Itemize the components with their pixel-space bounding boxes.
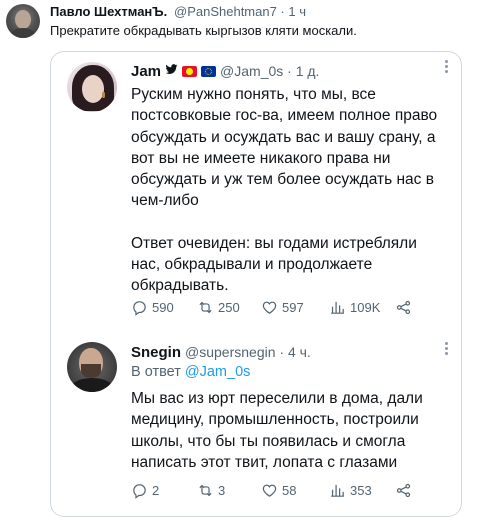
views-chart-icon — [331, 484, 344, 497]
bird-icon — [165, 64, 178, 78]
author-name[interactable]: Jam — [131, 63, 161, 80]
share-icon — [396, 483, 411, 497]
retweet-count: 250 — [218, 299, 240, 315]
share-button[interactable] — [395, 482, 412, 499]
kyrgyzstan-flag-icon — [182, 65, 198, 77]
avatar[interactable] — [6, 4, 40, 38]
avatar[interactable] — [67, 342, 117, 392]
outer-post-text: Прекратите обкрадывать кыргызов кляти мо… — [50, 23, 357, 38]
retweet-button[interactable]: 250 — [197, 299, 261, 316]
reply-context: В ответ @Jam_0s — [131, 364, 250, 380]
views-count: 353 — [350, 482, 372, 498]
tweet-paragraph: Руским нужно понять, что мы, все постсов… — [131, 86, 438, 210]
tweet-text: Руским нужно понять, что мы, все постсов… — [131, 84, 449, 297]
handle-time: @supersnegin · 4 ч. — [185, 344, 311, 360]
heart-icon — [262, 301, 277, 314]
reply-button[interactable]: 590 — [131, 299, 197, 316]
like-count: 597 — [282, 299, 304, 315]
retweet-icon — [199, 484, 212, 496]
tweet-header: Jam @Jam_0s · 1 д. — [131, 61, 319, 81]
tweet-header: Snegin @supersnegin · 4 ч. — [131, 342, 311, 362]
tweet-actions: 2 3 58 353 — [131, 480, 412, 500]
retweet-count: 3 — [218, 482, 226, 498]
views-count: 109K — [350, 299, 381, 315]
share-button[interactable] — [395, 299, 412, 316]
quoted-tweet-card[interactable]: Jam @Jam_0s · 1 д. Руским нужно понять, … — [50, 51, 462, 517]
outer-post: Павло ШехтманЪ. @PanShehtman7 · 1 ч Прек… — [0, 0, 477, 50]
views-button[interactable]: 353 — [329, 482, 395, 499]
tweet-actions: 590 250 597 109K — [131, 297, 412, 317]
handle-time: @Jam_0s · 1 д. — [220, 63, 320, 79]
tweet-text: Мы вас из юрт переселили в дома, дали ме… — [131, 388, 449, 473]
reply-count: 2 — [152, 482, 160, 498]
reply-prefix: В ответ — [131, 364, 181, 380]
like-button[interactable]: 58 — [261, 482, 329, 499]
tweet-paragraph: Ответ очевиден: вы годами истребляли нас… — [131, 234, 417, 295]
eu-flag-icon — [201, 65, 217, 77]
tweet-paragraph: Мы вас из юрт переселили в дома, дали ме… — [131, 390, 423, 471]
avatar[interactable] — [67, 62, 117, 112]
like-count: 58 — [282, 482, 297, 498]
retweet-button[interactable]: 3 — [197, 482, 261, 499]
more-options-icon[interactable] — [443, 340, 449, 357]
views-chart-icon — [331, 301, 344, 314]
outer-author-name[interactable]: Павло ШехтманЪ. — [50, 4, 167, 19]
share-icon — [396, 300, 411, 314]
reply-count: 590 — [152, 299, 174, 315]
reply-icon — [133, 300, 146, 316]
views-button[interactable]: 109K — [329, 299, 395, 316]
reply-handle-link[interactable]: @Jam_0s — [185, 364, 251, 380]
reply-icon — [133, 483, 146, 499]
more-options-icon[interactable] — [443, 58, 449, 75]
heart-icon — [262, 484, 277, 497]
retweet-icon — [199, 301, 212, 313]
tweet[interactable]: Jam @Jam_0s · 1 д. Руским нужно понять, … — [51, 52, 461, 330]
outer-post-meta: @PanShehtman7 · 1 ч — [174, 4, 306, 19]
tweet[interactable]: Snegin @supersnegin · 4 ч. В ответ @Jam_… — [51, 330, 461, 516]
reply-button[interactable]: 2 — [131, 482, 197, 499]
author-name[interactable]: Snegin — [131, 344, 181, 361]
like-button[interactable]: 597 — [261, 299, 329, 316]
